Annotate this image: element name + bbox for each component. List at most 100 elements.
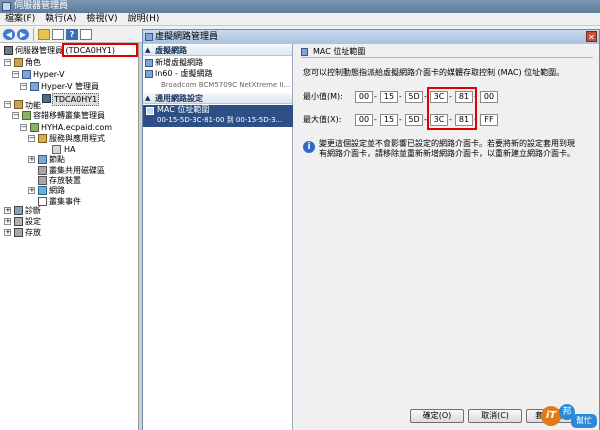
- ln60-network-item[interactable]: ln60 - 虛擬網路: [143, 69, 304, 79]
- forward-arrow-icon[interactable]: ▶: [17, 29, 29, 40]
- expand-icon[interactable]: +: [4, 218, 11, 225]
- expand-icon[interactable]: +: [28, 187, 35, 194]
- tree-ha[interactable]: HA: [64, 144, 76, 155]
- back-arrow-icon[interactable]: ◀: [3, 29, 15, 40]
- diagnostics-icon: [14, 206, 23, 215]
- hyperv-manager-icon: [30, 82, 39, 91]
- ok-button[interactable]: 確定(O): [410, 409, 464, 423]
- mac-range-panel: MAC 位址範圍 您可以控制動態指派給虛擬網路介面卡的媒體存取控制 (MAC) …: [293, 44, 599, 430]
- menu-view[interactable]: 檢視(V): [81, 13, 122, 26]
- max-octet-6[interactable]: FF: [480, 114, 498, 126]
- min-label: 最小值(M):: [303, 92, 343, 101]
- network-icon: [145, 70, 153, 78]
- expand-icon[interactable]: +: [4, 229, 11, 236]
- dialog-title: 虛擬網路管理員: [155, 32, 219, 42]
- mac-range-sub-label: 00-15-5D-3C-81-00 到 00-15-5D-3...: [157, 116, 283, 124]
- storage2-icon: [14, 228, 23, 237]
- max-octet-3[interactable]: 5D: [405, 114, 423, 126]
- virtual-network-manager-dialog: 虛擬網路管理員 ✕ ▲ 虛擬網路 新增虛擬網路 ln60 - 虛擬網路 Broa…: [142, 29, 600, 430]
- tree-config[interactable]: 設定: [25, 216, 41, 227]
- new-virtual-network-item[interactable]: 新增虛擬網路: [143, 58, 304, 68]
- ln60-label: ln60 - 虛擬網路: [155, 69, 213, 78]
- window-titlebar: 伺服器管理員: [0, 0, 600, 13]
- collapse-chevron-icon[interactable]: ▲: [145, 45, 150, 56]
- tree-failover[interactable]: 容錯移轉叢集管理員: [33, 110, 105, 121]
- tree-services[interactable]: 服務與應用程式: [49, 133, 105, 144]
- tree-networks[interactable]: 網路: [49, 185, 65, 196]
- dash: -: [399, 92, 402, 101]
- storage-icon: [38, 176, 47, 185]
- tree-events[interactable]: 叢集事件: [49, 196, 81, 207]
- info-line-2: 有網路介面卡，請移除並重新新增網路介面卡，以重新建立網路介面卡。: [319, 149, 575, 158]
- cluster-icon: [30, 123, 39, 132]
- nodes-icon: [38, 155, 47, 164]
- console-tree-icon[interactable]: [52, 29, 64, 40]
- collapse-icon[interactable]: −: [28, 135, 35, 142]
- octet-highlight: [427, 87, 477, 130]
- ln60-adapter-label: Broadcom BCM5709C NetXtreme II...: [161, 81, 291, 89]
- mac-icon: [301, 48, 308, 56]
- network-add-icon: [145, 59, 153, 67]
- up-folder-icon[interactable]: [38, 29, 50, 40]
- tree-diagnostics[interactable]: 診斷: [25, 205, 41, 216]
- menu-bar: 檔案(F) 執行(A) 檢視(V) 說明(H): [0, 13, 600, 26]
- dash: -: [374, 115, 377, 124]
- section-global-settings[interactable]: ▲ 通用網路設定: [143, 93, 292, 104]
- max-octet-2[interactable]: 15: [380, 114, 398, 126]
- host-name-highlight: [62, 43, 138, 57]
- max-label: 最大值(X):: [303, 115, 342, 124]
- info-icon: i: [303, 141, 315, 153]
- tree-hyperv-manager[interactable]: Hyper-V 管理員: [41, 81, 99, 92]
- collapse-icon[interactable]: −: [4, 59, 11, 66]
- config-icon: [14, 217, 23, 226]
- panel-title: MAC 位址範圍: [313, 47, 366, 56]
- section-virtual-networks[interactable]: ▲ 虛擬網路: [143, 45, 292, 56]
- menu-file[interactable]: 檔案(F): [0, 13, 40, 26]
- tree-host[interactable]: TDCA0HY1: [52, 93, 100, 106]
- menu-action[interactable]: 執行(A): [40, 13, 81, 26]
- console-tree: 伺服器管理員 (TDCA0HY1) − 角色 − Hyper-V − Hyper…: [0, 43, 139, 430]
- min-octet-1[interactable]: 00: [355, 91, 373, 103]
- dialog-navigation: ▲ 虛擬網路 新增虛擬網路 ln60 - 虛擬網路 Broadcom BCM57…: [143, 44, 306, 430]
- collapse-icon[interactable]: −: [12, 112, 19, 119]
- host-icon: [42, 94, 51, 103]
- section-global-settings-label: 通用網路設定: [155, 94, 203, 103]
- panel-description: 您可以控制動態指派給虛擬網路介面卡的媒體存取控制 (MAC) 位址範圍。: [303, 68, 565, 77]
- min-octet-3[interactable]: 5D: [405, 91, 423, 103]
- mac-range-item[interactable]: MAC 位址範圍 00-15-5D-3C-81-00 到 00-15-5D-3.…: [143, 105, 306, 127]
- cancel-button[interactable]: 取消(C): [468, 409, 522, 423]
- collapse-icon[interactable]: −: [4, 101, 11, 108]
- tree-hyperv[interactable]: Hyper-V: [33, 69, 64, 80]
- menu-help[interactable]: 說明(H): [123, 13, 165, 26]
- services-icon: [38, 134, 47, 143]
- min-octet-6[interactable]: 00: [480, 91, 498, 103]
- min-octet-2[interactable]: 15: [380, 91, 398, 103]
- ithome-logo: iT 邦 幫忙: [541, 402, 599, 430]
- tree-nodes[interactable]: 節點: [49, 154, 65, 165]
- server-manager-icon: [2, 2, 11, 11]
- tree-storage2[interactable]: 存放: [25, 227, 41, 238]
- info-text: 變更這個設定並不會影響已設定的網路介面卡。若要將新的設定套用到現 有網路介面卡，…: [319, 139, 597, 159]
- tree-cluster[interactable]: HYHA.ecpaid.com: [41, 122, 112, 133]
- logo-help: 幫忙: [571, 414, 597, 428]
- close-icon[interactable]: ✕: [586, 31, 597, 42]
- csv-icon: [38, 166, 47, 175]
- collapse-chevron-icon[interactable]: ▲: [145, 93, 150, 104]
- max-octet-1[interactable]: 00: [355, 114, 373, 126]
- help-icon[interactable]: ?: [66, 29, 78, 40]
- dash: -: [374, 92, 377, 101]
- collapse-icon[interactable]: −: [20, 124, 27, 131]
- collapse-icon[interactable]: −: [20, 83, 27, 90]
- section-virtual-networks-label: 虛擬網路: [155, 46, 187, 55]
- ha-icon: [52, 145, 61, 154]
- collapse-icon[interactable]: −: [12, 71, 19, 78]
- panel-header: MAC 位址範圍: [301, 46, 593, 58]
- dialog-icon: [145, 33, 153, 41]
- expand-icon[interactable]: +: [28, 156, 35, 163]
- toolbar-separator: [33, 28, 34, 41]
- expand-icon[interactable]: +: [4, 207, 11, 214]
- hyperv-icon: [22, 70, 31, 79]
- networks-icon: [38, 186, 47, 195]
- tree-roles[interactable]: 角色: [25, 57, 41, 68]
- properties-icon[interactable]: [80, 29, 92, 40]
